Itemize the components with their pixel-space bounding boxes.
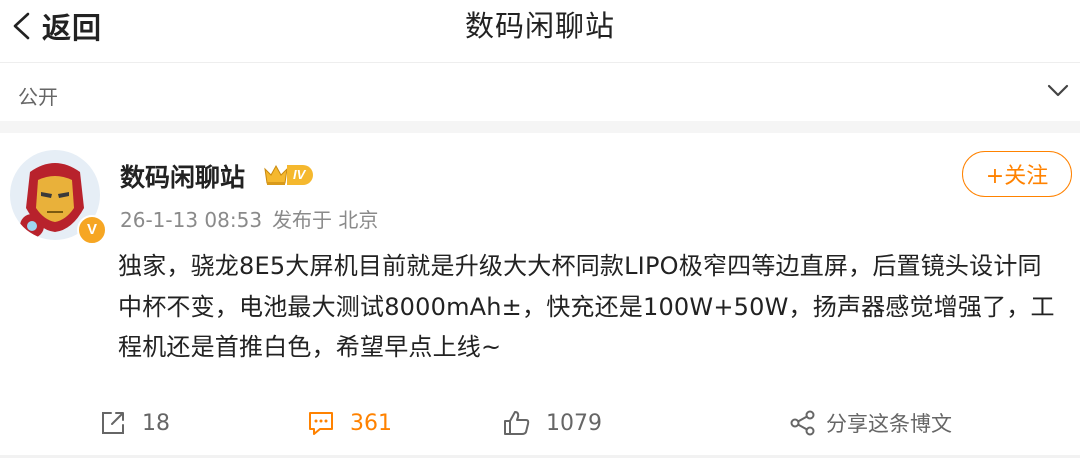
verified-badge: V [77, 215, 107, 245]
comment-button[interactable]: 361 [306, 400, 392, 446]
visibility-label: 公开 [18, 85, 58, 109]
share-label: 分享这条博文 [826, 412, 952, 436]
back-label: 返回 [42, 11, 103, 45]
like-button[interactable]: 1079 [502, 400, 602, 446]
level-label: IV [287, 165, 314, 185]
repost-button[interactable]: 18 [98, 400, 170, 446]
level-badge[interactable]: IV [262, 162, 314, 188]
crown-icon [264, 164, 288, 185]
like-icon [504, 411, 530, 435]
chevron-down-icon [1047, 84, 1069, 97]
visibility-selector[interactable]: 公开 [0, 63, 1080, 121]
back-button[interactable]: 返回 [10, 6, 102, 46]
post-time: 26-1-13 08:53 [120, 208, 263, 232]
repost-icon [102, 412, 124, 434]
comment-icon [309, 412, 333, 435]
page-title: 数码闲聊站 [464, 9, 615, 43]
section-separator [0, 121, 1080, 133]
top-bar: 返回 数码闲聊站 [0, 0, 1080, 62]
author-name[interactable]: 数码闲聊站 [120, 158, 245, 194]
follow-button[interactable]: +关注 [962, 151, 1072, 197]
post-text: 独家，骁龙8E5大屏机目前就是升级大大杯同款LIPO极窄四等边直屏，后置镜头设计… [118, 252, 1055, 361]
action-bar: 18 361 1079 分享这条博文 [0, 400, 1080, 446]
chevron-left-icon [13, 12, 30, 40]
comment-count: 361 [350, 410, 392, 436]
repost-count: 18 [142, 410, 170, 436]
post-meta: 26-1-13 08:53 发布于 北京 [120, 204, 388, 233]
post-source: 发布于 北京 [272, 208, 379, 232]
share-button[interactable]: 分享这条博文 [788, 400, 952, 446]
share-icon [790, 410, 815, 436]
like-count: 1079 [546, 410, 602, 436]
